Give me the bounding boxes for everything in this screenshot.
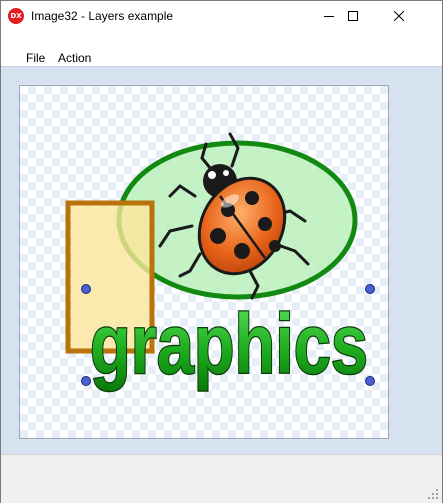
window-title: Image32 - Layers example: [31, 9, 174, 23]
client-area: graphics: [1, 66, 442, 455]
menu-file[interactable]: File: [26, 51, 45, 65]
status-bar: [1, 454, 442, 503]
maximize-button[interactable]: [330, 1, 376, 31]
title-bar[interactable]: DX Image32 - Layers example: [1, 1, 442, 31]
layers-drawing: graphics: [65, 132, 375, 393]
layers-canvas[interactable]: graphics: [19, 85, 389, 439]
close-icon: [394, 11, 404, 21]
graphics-text-layer[interactable]: graphics: [89, 296, 370, 393]
handle-bottom-right[interactable]: [365, 376, 375, 386]
handle-bottom-left[interactable]: [81, 376, 91, 386]
app-icon[interactable]: DX: [8, 8, 24, 24]
app-window: DX Image32 - Layers example File Action: [0, 0, 443, 503]
maximize-icon: [348, 11, 358, 21]
status-panel: [1, 455, 442, 479]
resize-grip-icon[interactable]: [427, 488, 439, 500]
close-button[interactable]: [376, 1, 422, 31]
handle-top-left[interactable]: [81, 284, 91, 294]
handle-top-right[interactable]: [365, 284, 375, 294]
menu-action[interactable]: Action: [58, 51, 91, 65]
menubar-area: [1, 31, 442, 46]
